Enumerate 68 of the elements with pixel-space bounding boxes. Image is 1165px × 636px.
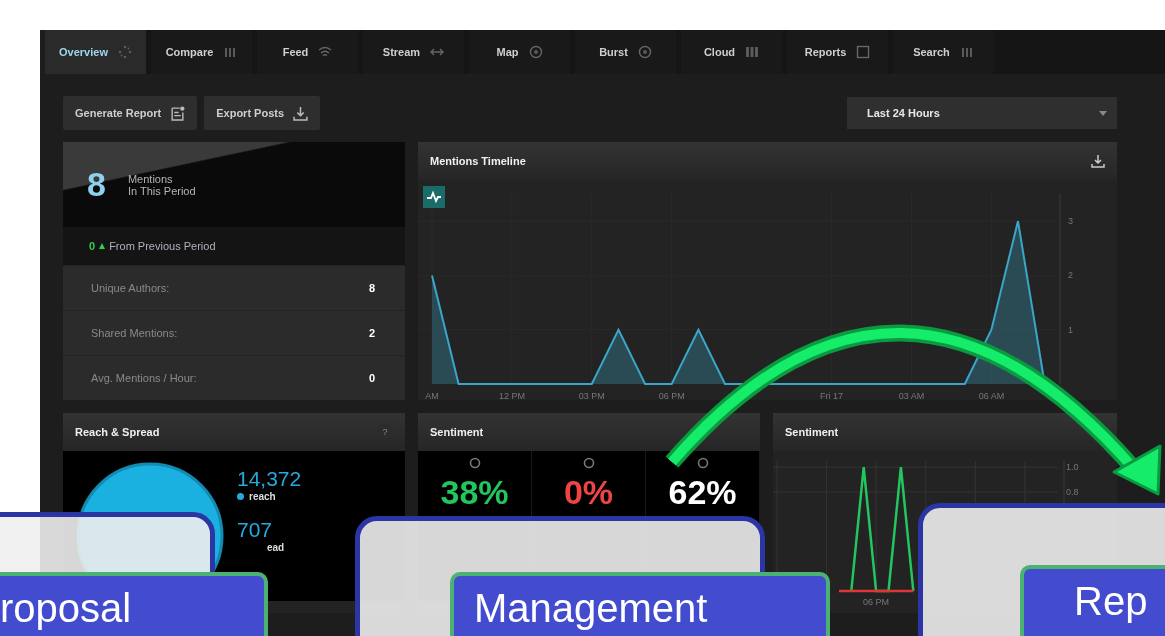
tab[interactable]: Map bbox=[469, 30, 570, 74]
pulse-icon[interactable] bbox=[423, 186, 445, 208]
panel-title: Mentions Timeline bbox=[430, 155, 526, 167]
stat-label: Unique Authors: bbox=[91, 282, 170, 294]
reach-value: 14,372 bbox=[237, 467, 302, 491]
reach-dot-icon bbox=[237, 493, 244, 500]
up-triangle-icon bbox=[99, 243, 106, 249]
summary-label: In This Period bbox=[127, 184, 196, 197]
caret-icon bbox=[1099, 110, 1107, 116]
report-icon bbox=[170, 105, 186, 121]
stat-label: Shared Mentions: bbox=[91, 327, 178, 339]
axis-label: 0.8 bbox=[1066, 486, 1079, 497]
axis-label: 06 PM bbox=[863, 597, 890, 607]
axis-label: 03 AM bbox=[898, 391, 925, 401]
square-icon bbox=[856, 45, 871, 59]
axis-label: 3 bbox=[1068, 216, 1073, 227]
export-button[interactable]: Export Posts bbox=[204, 96, 321, 130]
bars-icon bbox=[959, 45, 974, 59]
tab[interactable]: Burst bbox=[575, 30, 676, 74]
reach-label: reach bbox=[249, 491, 276, 502]
bars-icon bbox=[223, 45, 238, 59]
change-label: From Previous Period bbox=[109, 240, 216, 252]
spread-value: 707 bbox=[237, 518, 274, 542]
download-icon bbox=[293, 105, 309, 121]
axis-label: AM bbox=[425, 391, 439, 401]
stat-value: 0 bbox=[368, 372, 375, 384]
stat-label: Avg. Mentions / Hour: bbox=[91, 372, 197, 384]
tab[interactable]: Stream bbox=[363, 30, 464, 74]
tab[interactable]: Cloud bbox=[681, 30, 782, 74]
stat-value: 8 bbox=[368, 282, 375, 294]
grid-icon bbox=[745, 45, 760, 59]
axis-label: 2 bbox=[1068, 270, 1073, 281]
panel-title: Sentiment bbox=[430, 426, 484, 438]
callout-label: roposal bbox=[0, 572, 268, 636]
axis-label: 06 AM bbox=[978, 391, 1005, 401]
summary-label: Mentions bbox=[127, 172, 174, 185]
tab[interactable]: Search bbox=[893, 30, 994, 74]
panel-title: Sentiment bbox=[785, 426, 839, 438]
stat-value: 2 bbox=[368, 327, 375, 339]
callout-label: Management bbox=[450, 572, 830, 636]
tab[interactable]: Reports bbox=[787, 30, 888, 74]
range-dropdown[interactable]: Last 24 Hours bbox=[847, 97, 1117, 129]
sentiment-icon bbox=[696, 457, 709, 469]
axis-label: 1.0 bbox=[1066, 462, 1079, 473]
sentiment-icon bbox=[582, 457, 595, 469]
axis-label: 06 PM bbox=[658, 391, 685, 401]
circle-icon bbox=[637, 45, 652, 59]
callout-label: Rep bbox=[1020, 565, 1165, 636]
axis-label: 1 bbox=[1068, 324, 1073, 335]
circle-icon bbox=[528, 45, 543, 59]
tab[interactable]: Overview bbox=[45, 30, 146, 74]
axis-label: Fri 17 bbox=[820, 391, 844, 401]
panel-title: Reach & Spread bbox=[75, 426, 160, 438]
tab[interactable]: Feed bbox=[257, 30, 358, 74]
sentiment-icon bbox=[468, 457, 481, 469]
generate-report-button[interactable]: Generate Report bbox=[63, 96, 198, 130]
sentiment-percent: 38% bbox=[440, 473, 509, 511]
axis-label: 03 PM bbox=[578, 391, 605, 401]
wifi-icon bbox=[318, 45, 333, 59]
change-value: 0 bbox=[89, 240, 96, 252]
download-icon[interactable] bbox=[1091, 154, 1105, 168]
spread-label: ead bbox=[267, 542, 285, 553]
dots-icon bbox=[117, 45, 132, 59]
sentiment-percent: 0% bbox=[563, 473, 614, 511]
axis-label: 12 PM bbox=[498, 391, 525, 401]
mention-count: 8 bbox=[87, 165, 106, 204]
sentiment-percent: 62% bbox=[668, 473, 737, 511]
tab[interactable]: Compare bbox=[151, 30, 252, 74]
